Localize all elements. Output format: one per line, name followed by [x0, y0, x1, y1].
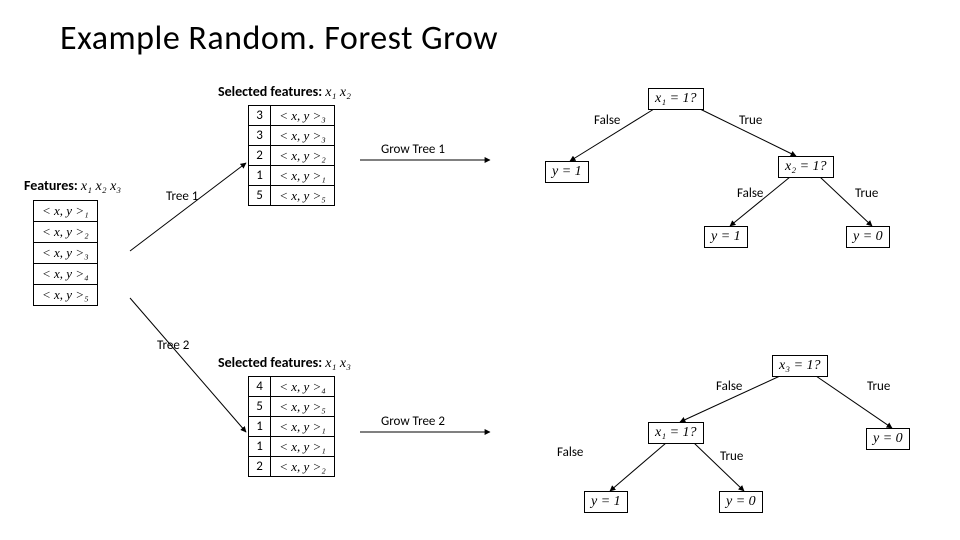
slide-title: Example Random. Forest Grow: [60, 18, 498, 59]
features-label: Features:: [24, 177, 78, 194]
tree1-rr: y = 0: [846, 226, 890, 248]
features-table: < x, y >₁ < x, y >₂ < x, y >₃ < x, y >₄ …: [33, 200, 98, 306]
cell-n: 4: [249, 377, 271, 397]
sel1-table: 3< x, y >₃ 3< x, y >₃ 2< x, y >₂ 1< x, y…: [248, 105, 335, 206]
sel2-header: Selected features: x₁ x₃: [218, 354, 351, 372]
cell: < x, y >₅: [34, 285, 98, 306]
tree1-true: True: [739, 113, 762, 128]
tree2-l-true: True: [720, 449, 743, 464]
table-row: 1< x, y >₁: [249, 437, 335, 457]
table-row: 3< x, y >₃: [249, 126, 335, 146]
sel1-vars: x₁ x₂: [325, 85, 351, 100]
sel2-table: 4< x, y >₄ 5< x, y >₅ 1< x, y >₁ 1< x, y…: [248, 376, 335, 477]
cell-xy: < x, y >₄: [271, 377, 335, 397]
cell-xy: < x, y >₅: [271, 186, 335, 206]
tree1-label: Tree 1: [166, 189, 198, 204]
cell-n: 5: [249, 397, 271, 417]
cell-xy: < x, y >₃: [271, 106, 335, 126]
tree1-left: y = 1: [545, 161, 589, 183]
tree2-label: Tree 2: [157, 338, 189, 353]
sel1-label: Selected features:: [218, 83, 322, 100]
tree1-root: x₁ = 1?: [648, 88, 704, 110]
tree2-l-false: False: [557, 445, 583, 460]
table-row: 2< x, y >₂: [249, 146, 335, 166]
cell-xy: < x, y >₁: [271, 417, 335, 437]
cell-n: 1: [249, 437, 271, 457]
features-header: Features: x₁ x₂ x₃: [24, 177, 121, 195]
cell-xy: < x, y >₅: [271, 397, 335, 417]
cell-xy: < x, y >₁: [271, 166, 335, 186]
table-row: < x, y >₁: [34, 201, 98, 222]
table-row: < x, y >₅: [34, 285, 98, 306]
tree2-right: y = 0: [866, 428, 910, 450]
table-row: 3< x, y >₃: [249, 106, 335, 126]
grow1-label: Grow Tree 1: [381, 142, 445, 157]
table-row: < x, y >₃: [34, 243, 98, 264]
cell-xy: < x, y >₂: [271, 457, 335, 477]
table-row: 5< x, y >₅: [249, 397, 335, 417]
tree2-left: x₁ = 1?: [648, 422, 704, 444]
diagram-edges: [0, 0, 960, 540]
tree2-false: False: [716, 379, 742, 394]
tree1-r-false: False: [737, 186, 763, 201]
table-row: 5< x, y >₅: [249, 186, 335, 206]
tree1-rl: y = 1: [704, 226, 748, 248]
tree2-ll: y = 1: [584, 491, 628, 513]
cell-n: 2: [249, 457, 271, 477]
tree2-lr: y = 0: [719, 491, 763, 513]
cell-xy: < x, y >₁: [271, 437, 335, 457]
cell: < x, y >₄: [34, 264, 98, 285]
cell: < x, y >₂: [34, 222, 98, 243]
cell-n: 1: [249, 417, 271, 437]
table-row: 4< x, y >₄: [249, 377, 335, 397]
features-vars: x₁ x₂ x₃: [81, 179, 121, 194]
cell-xy: < x, y >₃: [271, 126, 335, 146]
tree1-false: False: [594, 113, 620, 128]
tree1-r-true: True: [855, 186, 878, 201]
cell-xy: < x, y >₂: [271, 146, 335, 166]
tree2-true: True: [867, 379, 890, 394]
sel2-label: Selected features:: [218, 354, 322, 371]
table-row: 1< x, y >₁: [249, 166, 335, 186]
table-row: 1< x, y >₁: [249, 417, 335, 437]
cell-n: 2: [249, 146, 271, 166]
table-row: 2< x, y >₂: [249, 457, 335, 477]
cell-n: 3: [249, 106, 271, 126]
cell-n: 3: [249, 126, 271, 146]
table-row: < x, y >₂: [34, 222, 98, 243]
cell-n: 5: [249, 186, 271, 206]
table-row: < x, y >₄: [34, 264, 98, 285]
cell: < x, y >₁: [34, 201, 98, 222]
grow2-label: Grow Tree 2: [381, 414, 445, 429]
cell-n: 1: [249, 166, 271, 186]
cell: < x, y >₃: [34, 243, 98, 264]
tree2-root: x₃ = 1?: [772, 355, 828, 377]
tree1-right: x₂ = 1?: [778, 156, 834, 178]
sel2-vars: x₁ x₃: [325, 356, 351, 371]
sel1-header: Selected features: x₁ x₂: [218, 83, 351, 101]
